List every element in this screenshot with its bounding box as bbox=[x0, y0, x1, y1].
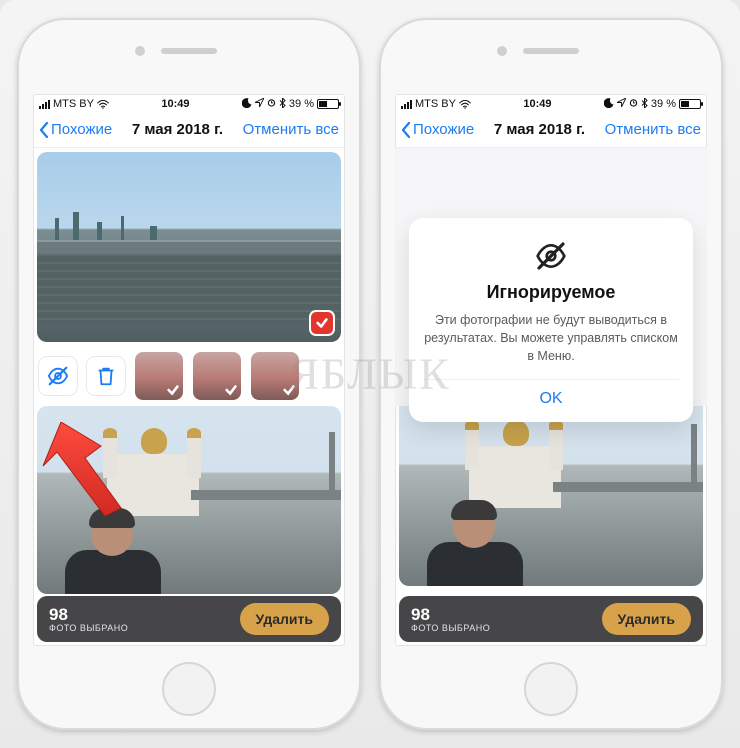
battery-icon bbox=[317, 99, 339, 109]
selection-badge[interactable] bbox=[311, 312, 333, 334]
chevron-left-icon bbox=[39, 122, 49, 138]
modal-ok-button[interactable]: OK bbox=[423, 379, 679, 412]
check-icon bbox=[282, 383, 296, 397]
do-not-disturb-icon bbox=[604, 98, 614, 111]
location-icon bbox=[617, 98, 626, 110]
thumbnail-3[interactable] bbox=[251, 352, 299, 400]
large-photo-2[interactable] bbox=[399, 398, 703, 586]
alarm-icon bbox=[629, 98, 638, 110]
front-camera bbox=[497, 46, 507, 56]
screen-right: MTS BY 10:49 bbox=[395, 94, 707, 646]
large-photo-2[interactable] bbox=[37, 406, 341, 594]
alarm-icon bbox=[267, 98, 276, 110]
nav-bar: Похожие 7 мая 2018 г. Отменить все bbox=[33, 112, 345, 148]
back-button[interactable]: Похожие bbox=[401, 121, 474, 138]
hide-icon bbox=[535, 240, 567, 272]
large-photo[interactable] bbox=[37, 152, 341, 342]
thumbnail-2[interactable] bbox=[193, 352, 241, 400]
selected-count: 98 bbox=[49, 606, 128, 623]
bluetooth-icon bbox=[279, 98, 286, 111]
nav-title: 7 мая 2018 г. bbox=[132, 121, 223, 138]
phone-left: MTS BY 10:49 bbox=[17, 18, 361, 730]
wifi-icon bbox=[97, 100, 109, 109]
chevron-left-icon bbox=[401, 122, 411, 138]
selected-count-label: ФОТО ВЫБРАНО bbox=[411, 623, 490, 633]
selected-count-label: ФОТО ВЫБРАНО bbox=[49, 623, 128, 633]
status-bar: MTS BY 10:49 bbox=[33, 94, 345, 112]
carrier-label: MTS BY bbox=[53, 98, 94, 110]
wifi-icon bbox=[459, 100, 471, 109]
back-label: Похожие bbox=[51, 121, 112, 138]
battery-percent: 39 % bbox=[289, 98, 314, 110]
ignore-button[interactable] bbox=[39, 357, 77, 395]
back-label: Похожие bbox=[413, 121, 474, 138]
cellular-signal-icon bbox=[39, 100, 50, 109]
selected-count: 98 bbox=[411, 606, 490, 623]
speaker-grille bbox=[523, 48, 579, 54]
bluetooth-icon bbox=[641, 98, 648, 111]
status-bar: MTS BY 10:49 bbox=[395, 94, 707, 112]
do-not-disturb-icon bbox=[242, 98, 252, 111]
speaker-grille bbox=[161, 48, 217, 54]
modal-title: Игнорируемое bbox=[423, 282, 679, 303]
battery-icon bbox=[679, 99, 701, 109]
ignored-modal: Игнорируемое Эти фотографии не будут выв… bbox=[409, 218, 693, 422]
cancel-all-button[interactable]: Отменить все bbox=[243, 121, 339, 138]
battery-percent: 39 % bbox=[651, 98, 676, 110]
nav-bar: Похожие 7 мая 2018 г. Отменить все bbox=[395, 112, 707, 148]
home-button[interactable] bbox=[524, 662, 578, 716]
screen-left: MTS BY 10:49 bbox=[33, 94, 345, 646]
nav-title: 7 мая 2018 г. bbox=[494, 121, 585, 138]
clock: 10:49 bbox=[161, 98, 189, 110]
clock: 10:49 bbox=[523, 98, 551, 110]
bottom-bar: 98 ФОТО ВЫБРАНО Удалить bbox=[37, 596, 341, 642]
trash-button[interactable] bbox=[87, 357, 125, 395]
modal-backdrop: Игнорируемое Эти фотографии не будут выв… bbox=[395, 148, 707, 406]
back-button[interactable]: Похожие bbox=[39, 121, 112, 138]
home-button[interactable] bbox=[162, 662, 216, 716]
front-camera bbox=[135, 46, 145, 56]
delete-button[interactable]: Удалить bbox=[240, 603, 329, 635]
bottom-bar: 98 ФОТО ВЫБРАНО Удалить bbox=[399, 596, 703, 642]
carrier-label: MTS BY bbox=[415, 98, 456, 110]
delete-button[interactable]: Удалить bbox=[602, 603, 691, 635]
cellular-signal-icon bbox=[401, 100, 412, 109]
modal-body: Эти фотографии не будут выводиться в рез… bbox=[423, 311, 679, 365]
phone-right: MTS BY 10:49 bbox=[379, 18, 723, 730]
thumbnail-1[interactable] bbox=[135, 352, 183, 400]
cancel-all-button[interactable]: Отменить все bbox=[605, 121, 701, 138]
check-icon bbox=[224, 383, 238, 397]
check-icon bbox=[166, 383, 180, 397]
location-icon bbox=[255, 98, 264, 110]
thumbnail-row bbox=[33, 346, 345, 402]
